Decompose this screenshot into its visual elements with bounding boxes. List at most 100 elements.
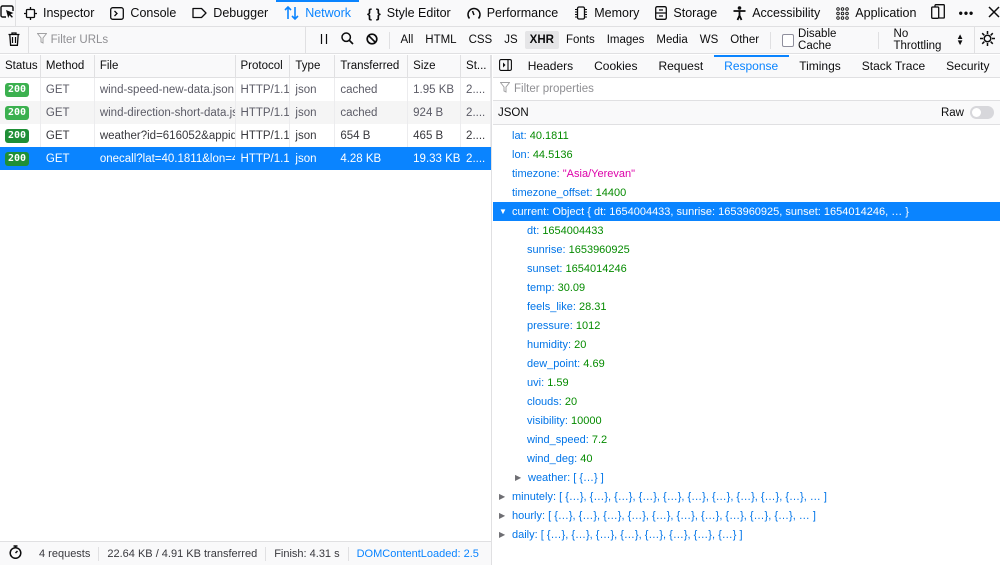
column-header-start[interactable]: St... (461, 55, 491, 77)
style-editor-icon: { } (367, 5, 381, 21)
column-header-file[interactable]: File (95, 55, 236, 77)
json-tree-node-current[interactable]: ▼ current: Object { dt: 1654004433, sunri… (493, 202, 1000, 221)
json-tree-node-hourly[interactable]: ▶ hourly: [ {…}, {…}, {…}, {…}, {…}, {…},… (493, 506, 1000, 525)
json-tree-node-minutely[interactable]: ▶ minutely: [ {…}, {…}, {…}, {…}, {…}, {…… (493, 487, 1000, 506)
column-header-status[interactable]: Status (0, 55, 41, 77)
column-header-transferred[interactable]: Transferred (335, 55, 409, 77)
json-tree-node-pressure[interactable]: pressure: 1012 (493, 316, 1000, 335)
json-key: daily (512, 528, 535, 541)
filter-icon (36, 33, 48, 47)
pause-button[interactable] (312, 27, 336, 54)
request-size: 465 B (408, 124, 462, 147)
performance-analysis-button[interactable] (0, 545, 31, 562)
filter-properties-field[interactable] (493, 78, 1000, 101)
json-tree-node-wind-deg[interactable]: wind_deg: 40 (493, 449, 1000, 468)
column-header-protocol[interactable]: Protocol (236, 55, 291, 77)
tab-network[interactable]: Network (276, 0, 359, 27)
raw-switch[interactable] (970, 106, 994, 119)
tab-style-editor[interactable]: { } Style Editor (359, 0, 459, 27)
json-tree-node-clouds[interactable]: clouds: 20 (493, 392, 1000, 411)
json-tree-node-temp[interactable]: temp: 30.09 (493, 278, 1000, 297)
request-row[interactable]: 200 GET wind-speed-new-data.json HTTP/1.… (0, 78, 491, 101)
request-row[interactable]: 200 GET weather?id=616052&appid= HTTP/1.… (0, 124, 491, 147)
tab-accessibility[interactable]: Accessibility (725, 0, 828, 27)
sidebar-toggle-icon (498, 58, 512, 74)
collapsed-arrow-icon[interactable]: ▶ (499, 530, 512, 539)
json-tree-node-visibility[interactable]: visibility: 10000 (493, 411, 1000, 430)
json-tree-node-dew-point[interactable]: dew_point: 4.69 (493, 354, 1000, 373)
block-requests-button[interactable] (360, 27, 384, 54)
tab-timings[interactable]: Timings (789, 55, 852, 78)
filter-media[interactable]: Media (651, 31, 692, 49)
more-dots-icon: ••• (958, 6, 975, 20)
filter-xhr[interactable]: XHR (524, 31, 559, 49)
more-options-button[interactable]: ••• (952, 0, 980, 27)
tab-memory[interactable]: Memory (566, 0, 647, 27)
json-tree-node-feels-like[interactable]: feels_like: 28.31 (493, 297, 1000, 316)
json-value: 1653960925 (568, 243, 630, 256)
filter-urls-field[interactable] (29, 26, 306, 54)
column-header-type[interactable]: Type (290, 55, 336, 77)
json-section-header: JSON Raw (493, 101, 1000, 125)
request-start: 2.... (461, 124, 491, 147)
request-type: json (290, 78, 336, 101)
tab-application[interactable]: Application (828, 0, 924, 27)
close-devtools-button[interactable] (980, 0, 1000, 27)
tab-headers[interactable]: Headers (517, 55, 583, 78)
json-tree-node-dt[interactable]: dt: 1654004433 (493, 221, 1000, 240)
tab-debugger[interactable]: Debugger (184, 0, 276, 27)
json-tree-node-daily[interactable]: ▶ daily: [ {…}, {…}, {…}, {…}, {…}, {…}, … (493, 525, 1000, 544)
tab-performance[interactable]: Performance (459, 0, 567, 27)
responsive-design-mode-button[interactable] (924, 0, 952, 27)
tab-stack-trace[interactable]: Stack Trace (851, 55, 935, 78)
filter-images[interactable]: Images (602, 31, 650, 49)
tab-cookies[interactable]: Cookies (584, 55, 648, 78)
tab-response[interactable]: Response (713, 54, 789, 78)
toggle-sidebar-button[interactable] (493, 55, 517, 78)
column-header-method[interactable]: Method (41, 55, 95, 77)
filter-ws[interactable]: WS (695, 31, 724, 49)
json-tree-node-sunrise[interactable]: sunrise: 1653960925 (493, 240, 1000, 259)
tab-security[interactable]: Security (936, 55, 1000, 78)
expanded-arrow-icon[interactable]: ▼ (499, 207, 512, 216)
json-tree-node-humidity[interactable]: humidity: 20 (493, 335, 1000, 354)
tab-request[interactable]: Request (648, 55, 714, 78)
clear-requests-button[interactable] (0, 26, 29, 54)
debugger-icon (192, 7, 207, 19)
tab-console[interactable]: Console (102, 0, 184, 27)
request-row[interactable]: 200 GET wind-direction-short-data.json H… (0, 101, 491, 124)
search-button[interactable] (336, 27, 360, 54)
storage-icon (655, 6, 668, 20)
filter-other[interactable]: Other (725, 31, 764, 49)
tab-inspector[interactable]: Inspector (16, 0, 102, 27)
json-tree-node-timezone-offset[interactable]: timezone_offset: 14400 (493, 183, 1000, 202)
filter-js[interactable]: JS (499, 31, 522, 49)
request-row-selected[interactable]: 200 GET onecall?lat=40.1811&lon=44 HTTP/… (0, 147, 491, 170)
filter-urls-input[interactable] (50, 34, 271, 46)
filter-html[interactable]: HTML (420, 31, 461, 49)
json-tree-node-wind-speed[interactable]: wind_speed: 7.2 (493, 430, 1000, 449)
json-tree-node-timezone[interactable]: timezone: "Asia/Yerevan" (493, 164, 1000, 183)
element-picker-button[interactable] (0, 0, 16, 27)
collapsed-arrow-icon[interactable]: ▶ (499, 492, 512, 501)
json-tree-node-lat[interactable]: lat: 40.1811 (493, 126, 1000, 145)
network-settings-button[interactable] (974, 26, 1000, 54)
json-tree-node-uvi[interactable]: uvi: 1.59 (493, 373, 1000, 392)
json-tree-node-weather[interactable]: ▶ weather: [ {…} ] (493, 468, 1000, 487)
tab-storage[interactable]: Storage (647, 0, 725, 27)
column-header-size[interactable]: Size (408, 55, 462, 77)
raw-toggle[interactable]: Raw (941, 106, 994, 119)
pause-icon (320, 33, 328, 47)
filter-fonts[interactable]: Fonts (561, 31, 600, 49)
collapsed-arrow-icon[interactable]: ▶ (499, 511, 512, 520)
throttling-select[interactable]: No Throttling ▲ ▼ (884, 28, 975, 52)
filter-css[interactable]: CSS (464, 31, 498, 49)
json-tree-node-sunset[interactable]: sunset: 1654014246 (493, 259, 1000, 278)
disable-cache-checkbox[interactable]: Disable Cache (776, 28, 873, 52)
filter-all[interactable]: All (395, 31, 418, 49)
json-tree-node-lon[interactable]: lon: 44.5136 (493, 145, 1000, 164)
filter-properties-input[interactable] (514, 83, 814, 95)
collapsed-arrow-icon[interactable]: ▶ (515, 473, 528, 482)
filter-icon (499, 82, 511, 96)
checkbox-icon[interactable] (781, 33, 795, 47)
